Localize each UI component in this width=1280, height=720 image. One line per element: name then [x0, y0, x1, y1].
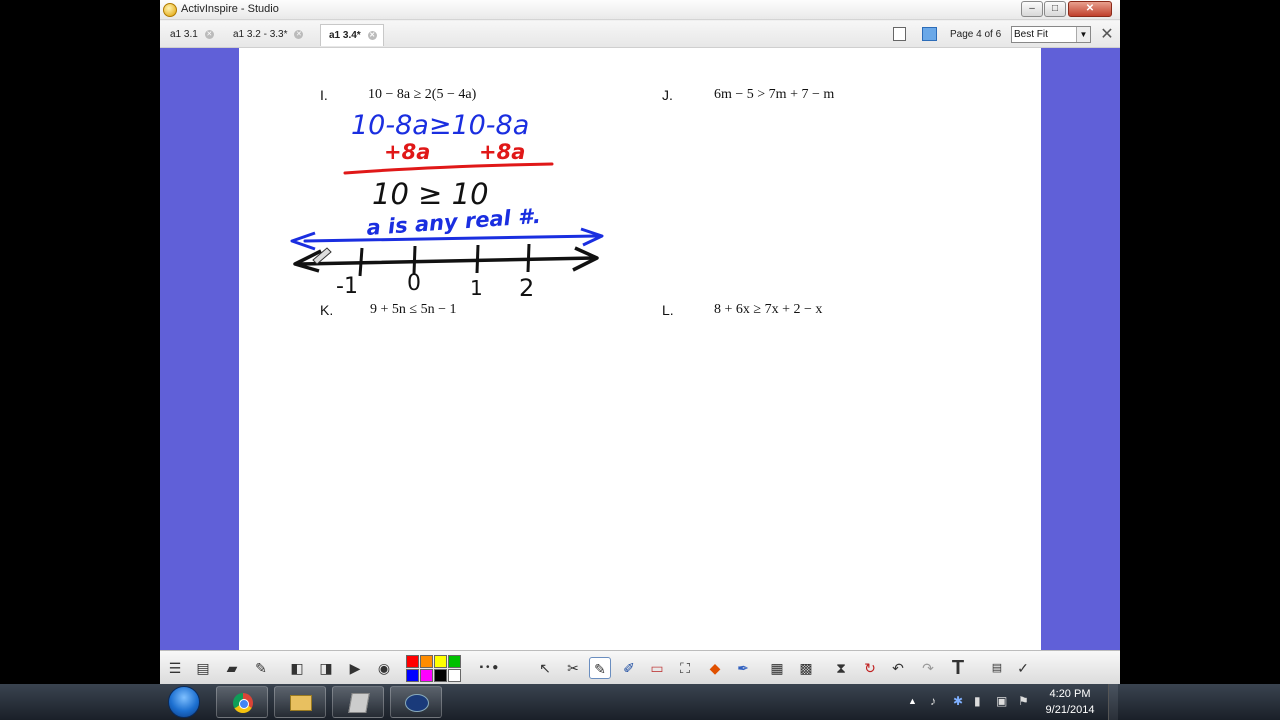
tick-minus-1: [358, 247, 364, 277]
page-browser-icon[interactable]: [922, 27, 937, 41]
activinspire-app-icon: [163, 3, 177, 17]
network-icon[interactable]: ▣: [996, 694, 1007, 708]
recorder-icon: [405, 694, 429, 712]
fullscreen-icon[interactable]: ✕: [1098, 26, 1116, 44]
chrome-icon: [233, 693, 253, 713]
select-arrow-icon[interactable]: ↖: [534, 657, 556, 679]
browsers-icon[interactable]: ▤: [192, 657, 214, 679]
page-indicator: Page 4 of 6: [950, 29, 1002, 40]
page-view-icon[interactable]: [893, 27, 906, 41]
timer-icon[interactable]: ⧗: [830, 657, 852, 679]
toolbar-menu-icon[interactable]: ▤: [986, 657, 1008, 679]
desktop-annotate-icon[interactable]: ✎: [250, 657, 272, 679]
taskbar-explorer[interactable]: [274, 686, 326, 718]
window-title: ActivInspire - Studio: [181, 3, 279, 15]
vote-icon[interactable]: ✓: [1012, 657, 1034, 679]
tick-label-1: 1: [470, 276, 483, 300]
tab-close-icon[interactable]: ✕: [294, 30, 304, 39]
main-toolbar: ☰ ▤ ▰ ✎ ◧ ◨ ▶ ◉ ▪ • ● ↖ ✂ ✎ ✐ ▭ ⛶ ◆ ✒ ▦ …: [160, 650, 1120, 684]
tab-label: a1 3.2 - 3.3*: [233, 29, 288, 40]
handwriting-plus-8a-right: +8a: [479, 140, 525, 164]
flipchart-page[interactable]: I. 10 − 8a ≥ 2(5 − 4a) J. 6m − 5 > 7m + …: [239, 48, 1041, 650]
fill-icon[interactable]: ⛶: [674, 657, 696, 679]
tick-label-0: 0: [407, 271, 421, 296]
redo-icon[interactable]: ↷: [917, 657, 939, 679]
reset-page-icon[interactable]: ↻: [859, 657, 881, 679]
taskbar-chrome[interactable]: [216, 686, 268, 718]
chevron-down-icon[interactable]: ▼: [1076, 27, 1090, 42]
pen-width-icon[interactable]: ▪ • ●: [478, 657, 500, 679]
resource-library-icon[interactable]: ▦: [766, 657, 788, 679]
maximize-button[interactable]: □: [1044, 1, 1066, 17]
color-swatch-magenta[interactable]: [420, 669, 433, 682]
handwriting-line-3: 10 ≥ 10: [372, 177, 489, 211]
blue-number-line: [303, 234, 599, 243]
page-desktop-icon[interactable]: ▰: [221, 657, 243, 679]
clock-date[interactable]: 9/21/2014: [1040, 704, 1100, 716]
tools-icon[interactable]: ✂: [562, 657, 584, 679]
show-desktop-button[interactable]: [1108, 684, 1118, 720]
zoom-value: Best Fit: [1014, 29, 1048, 40]
power-icon[interactable]: ▮: [974, 694, 981, 708]
previous-page-icon[interactable]: ◧: [286, 657, 308, 679]
pen-cursor-icon: [312, 247, 332, 265]
color-swatch-orange[interactable]: [420, 655, 433, 668]
tab-a1-3-2-3-3[interactable]: a1 3.2 - 3.3* ✕: [225, 24, 309, 46]
red-underline: [343, 162, 554, 175]
black-number-line: [299, 256, 596, 266]
text-tool-icon[interactable]: T: [947, 657, 969, 679]
tab-close-icon[interactable]: ✕: [204, 30, 214, 39]
tray-expand-icon[interactable]: ▲: [908, 696, 917, 706]
tab-a1-3-4-active[interactable]: a1 3.4* ✕: [320, 24, 384, 46]
color-swatch-green[interactable]: [448, 655, 461, 668]
media-icon[interactable]: ▩: [795, 657, 817, 679]
color-swatch-black[interactable]: [434, 669, 447, 682]
volume-icon[interactable]: ♪: [930, 694, 936, 708]
main-menu-icon[interactable]: ☰: [164, 657, 186, 679]
color-swatch-yellow[interactable]: [434, 655, 447, 668]
tick-0: [412, 245, 417, 275]
title-bar[interactable]: ActivInspire - Studio – □ ✕: [160, 0, 1120, 20]
color-swatch-blue[interactable]: [406, 669, 419, 682]
web-browser-icon[interactable]: ◉: [373, 657, 395, 679]
next-page-icon[interactable]: ◨: [315, 657, 337, 679]
tick-label-2: 2: [519, 274, 534, 302]
color-swatch-white[interactable]: [448, 669, 461, 682]
handwriting-line-1: 10-8a≥10-8a: [351, 110, 529, 141]
pen-icon[interactable]: ✎: [589, 657, 611, 679]
play-icon[interactable]: ▶: [344, 657, 366, 679]
minimize-button[interactable]: –: [1021, 1, 1043, 17]
handwriting-plus-8a-left: +8a: [384, 140, 430, 164]
tab-close-icon[interactable]: ✕: [367, 31, 377, 40]
zoom-select[interactable]: Best Fit ▼: [1011, 26, 1091, 43]
canvas-area: I. 10 − 8a ≥ 2(5 − 4a) J. 6m − 5 > 7m + …: [160, 48, 1120, 650]
tick-label-minus-1: -1: [336, 274, 358, 299]
close-button[interactable]: ✕: [1068, 1, 1112, 17]
color-swatch-red[interactable]: [406, 655, 419, 668]
folder-icon: [290, 695, 312, 711]
tick-1: [475, 244, 480, 274]
tab-a1-3-1[interactable]: a1 3.1 ✕: [162, 24, 220, 46]
undo-icon[interactable]: ↶: [887, 657, 909, 679]
tab-label: a1 3.4*: [329, 30, 361, 41]
bluetooth-icon[interactable]: ✱: [953, 694, 963, 708]
tab-label: a1 3.1: [170, 29, 198, 40]
activinspire-icon: [348, 693, 370, 713]
app-window: ActivInspire - Studio – □ ✕ a1 3.1 ✕ a1 3…: [160, 0, 1120, 684]
flag-icon[interactable]: ⚑: [1018, 694, 1029, 708]
clock-time[interactable]: 4:20 PM: [1040, 688, 1100, 700]
taskbar-recorder[interactable]: [390, 686, 442, 718]
eraser-icon[interactable]: ▭: [646, 657, 668, 679]
tick-2: [526, 243, 531, 273]
annotation-layer: 10-8a≥10-8a +8a +8a 10 ≥ 10 a is any rea…: [290, 110, 604, 302]
start-button[interactable]: [168, 686, 200, 718]
shape-icon[interactable]: ◆: [704, 657, 726, 679]
highlighter-icon[interactable]: ✐: [618, 657, 640, 679]
magic-ink-icon[interactable]: ✒: [732, 657, 754, 679]
taskbar-activinspire[interactable]: [332, 686, 384, 718]
